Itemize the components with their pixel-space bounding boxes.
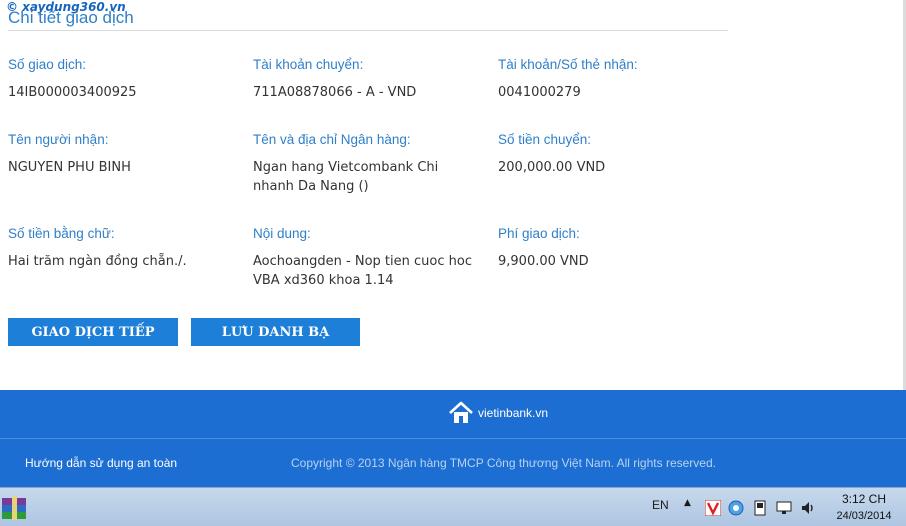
field-label: Số tiền bằng chữ:: [8, 226, 115, 241]
field-value: Hai trăm ngàn đồng chẵn./.: [8, 254, 187, 269]
field-amount: Số tiền chuyển: 200,000.00 VND: [498, 132, 728, 177]
field-value: 0041000279: [498, 85, 581, 100]
system-clock[interactable]: 3:12 CH 24/03/2014: [832, 492, 896, 524]
field-value: 711A08878066 - A - VND: [253, 85, 417, 100]
brand-text: vietinbank.vn: [478, 406, 549, 420]
clock-date: 24/03/2014: [836, 510, 892, 522]
field-value: 9,900.00 VND: [498, 254, 589, 269]
field-fee: Phí giao dịch: 9,900.00 VND: [498, 226, 728, 271]
field-value: NGUYEN PHU BINH: [8, 160, 131, 175]
field-value: Aochoangden - Nop tien cuoc hoc VBA xd36…: [253, 254, 472, 288]
field-value: 200,000.00 VND: [498, 160, 606, 175]
field-label: Tên và địa chỉ Ngân hàng:: [253, 132, 411, 147]
copyright-text: Copyright © 2013 Ngân hàng TMCP Công thư…: [291, 456, 716, 470]
network-monitor-icon[interactable]: [776, 500, 792, 516]
field-bank: Tên và địa chỉ Ngân hàng: Ngan hang Viet…: [253, 132, 483, 196]
field-label: Nội dung:: [253, 226, 311, 241]
field-recipient: Tên người nhận: NGUYEN PHU BINH: [8, 132, 238, 177]
section-title: Chi tiết giao dịch: [8, 8, 134, 27]
winrar-icon[interactable]: [0, 494, 30, 522]
show-hidden-icons[interactable]: ▲: [684, 498, 691, 508]
field-label: Tên người nhận:: [8, 132, 109, 147]
field-value: 14IB000003400925: [8, 85, 137, 100]
field-label: Tài khoản/Số thẻ nhận:: [498, 57, 638, 72]
field-transaction-no: Số giao dịch: 14IB000003400925: [8, 57, 238, 102]
continue-transaction-button[interactable]: GIAO DỊCH TIẾP: [8, 318, 178, 346]
language-indicator[interactable]: EN: [652, 498, 669, 512]
device-icon[interactable]: [752, 500, 768, 516]
os-taskbar: EN ▲ 3:12 CH 24/03/2014: [0, 487, 906, 526]
field-label: Số giao dịch:: [8, 57, 87, 72]
network-globe-icon[interactable]: [728, 500, 744, 516]
footer-divider: [0, 438, 906, 439]
site-footer: vietinbank.vn Hướng dẫn sử dụng an toàn …: [0, 390, 906, 487]
field-label: Số tiền chuyển:: [498, 132, 592, 147]
save-contact-button[interactable]: LƯU DANH BẠ: [191, 318, 360, 346]
home-icon: [449, 401, 473, 423]
field-to-account: Tài khoản/Số thẻ nhận: 0041000279: [498, 57, 728, 102]
field-label: Phí giao dịch:: [498, 226, 580, 241]
volume-icon[interactable]: [800, 500, 816, 516]
clock-time: 3:12 CH: [841, 492, 887, 506]
field-value: Ngan hang Vietcombank Chi nhanh Da Nang …: [253, 160, 439, 194]
safety-guide-link[interactable]: Hướng dẫn sử dụng an toàn: [25, 456, 177, 470]
antivirus-icon[interactable]: [705, 500, 721, 516]
title-divider: [8, 30, 728, 31]
field-content: Nội dung: Aochoangden - Nop tien cuoc ho…: [253, 226, 483, 290]
field-from-account: Tài khoản chuyển: 711A08878066 - A - VND: [253, 57, 483, 102]
brand-link[interactable]: vietinbank.vn: [448, 400, 548, 426]
field-label: Tài khoản chuyển:: [253, 57, 364, 72]
field-amount-words: Số tiền bằng chữ: Hai trăm ngàn đồng chẵ…: [8, 226, 238, 271]
